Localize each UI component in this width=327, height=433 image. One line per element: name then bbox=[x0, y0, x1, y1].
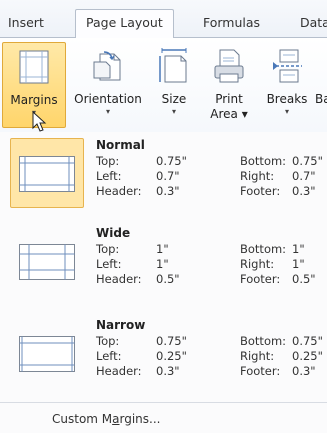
margin-option-normal[interactable]: Normal Top: 0.75" Bottom: 0.75" Left: 0.7" Ri… bbox=[0, 132, 327, 218]
right-label: Right: bbox=[240, 169, 275, 183]
margins-dropdown-menu: Normal Top: 0.75" Bottom: 0.75" Left: 0.7" Ri… bbox=[0, 132, 327, 433]
custom-margins-label-start: Custom M bbox=[52, 412, 113, 426]
orientation-button[interactable]: Orientation ▾ bbox=[68, 42, 148, 128]
margin-option-name: Narrow bbox=[96, 318, 146, 332]
tab-insert[interactable]: Insert bbox=[8, 12, 44, 38]
bottom-label: Bottom: bbox=[240, 154, 287, 168]
size-dropdown-arrow: ▾ bbox=[171, 107, 176, 116]
breaks-label: Breaks bbox=[266, 92, 308, 106]
margin-row-top-bottom: Top: 1" Bottom: 1" bbox=[96, 242, 305, 256]
margin-option-wide[interactable]: Wide Top: 1" Bottom: 1" Left: 1" Right: 1" Hea… bbox=[0, 220, 327, 306]
print-area-icon bbox=[212, 48, 246, 87]
top-label: Top: bbox=[96, 154, 120, 168]
margin-row-left-right: Left: 0.25" Right: 0.25" bbox=[96, 349, 323, 363]
size-label: Size bbox=[161, 92, 187, 106]
right-label: Right: bbox=[240, 349, 275, 363]
header-label: Header: bbox=[96, 184, 142, 198]
bottom-value: 1" bbox=[292, 242, 305, 256]
custom-margins-accelerator: a bbox=[112, 412, 120, 426]
breaks-button[interactable]: Breaks ▾ bbox=[260, 42, 314, 128]
left-value: 0.25" bbox=[156, 349, 187, 363]
page-margins-icon bbox=[19, 336, 75, 372]
margin-option-name: Normal bbox=[96, 138, 145, 152]
breaks-dropdown-arrow: ▾ bbox=[284, 107, 289, 116]
header-value: 0.3" bbox=[156, 364, 180, 378]
background-button[interactable]: Ba bbox=[315, 42, 327, 128]
top-value: 0.75" bbox=[156, 334, 187, 348]
footer-value: 0.5" bbox=[292, 272, 316, 286]
breaks-icon bbox=[272, 48, 302, 87]
left-value: 0.7" bbox=[156, 169, 180, 183]
right-value: 0.7" bbox=[292, 169, 316, 183]
header-value: 0.5" bbox=[156, 272, 180, 286]
top-label: Top: bbox=[96, 242, 120, 256]
margin-option-name: Wide bbox=[96, 226, 131, 240]
background-label: Ba bbox=[315, 92, 327, 106]
header-label: Header: bbox=[96, 364, 142, 378]
margin-row-header-footer: Header: 0.5" Footer: 0.5" bbox=[96, 272, 316, 286]
footer-value: 0.3" bbox=[292, 184, 316, 198]
margin-row-top-bottom: Top: 0.75" Bottom: 0.75" bbox=[96, 154, 323, 168]
right-label: Right: bbox=[240, 257, 275, 271]
print-area-label-line2: Area ▾ bbox=[210, 107, 248, 121]
menu-separator bbox=[0, 402, 327, 403]
left-label: Left: bbox=[96, 349, 122, 363]
orientation-dropdown-arrow: ▾ bbox=[105, 107, 110, 116]
bottom-value: 0.75" bbox=[292, 154, 323, 168]
orientation-icon bbox=[90, 48, 126, 87]
custom-margins-label-end: rgins... bbox=[119, 412, 161, 426]
mouse-pointer-icon bbox=[32, 111, 47, 132]
margins-icon bbox=[18, 49, 50, 88]
bottom-label: Bottom: bbox=[240, 242, 287, 256]
print-area-button[interactable]: Print Area ▾ bbox=[203, 42, 255, 128]
margin-row-header-footer: Header: 0.3" Footer: 0.3" bbox=[96, 184, 316, 198]
right-value: 0.25" bbox=[292, 349, 323, 363]
print-area-label-line1: Print bbox=[215, 92, 243, 106]
margin-row-left-right: Left: 0.7" Right: 0.7" bbox=[96, 169, 316, 183]
tab-data[interactable]: Data bbox=[300, 12, 327, 38]
margin-row-left-right: Left: 1" Right: 1" bbox=[96, 257, 305, 271]
ribbon-tab-bar: Insert Page Layout Formulas Data bbox=[0, 0, 327, 39]
margin-preview-narrow bbox=[10, 318, 84, 388]
left-label: Left: bbox=[96, 169, 122, 183]
margin-row-top-bottom: Top: 0.75" Bottom: 0.75" bbox=[96, 334, 323, 348]
margin-preview-wide bbox=[10, 226, 84, 296]
top-value: 1" bbox=[156, 242, 169, 256]
ribbon-page-setup-group: Margins ▾ Orientation ▾ bbox=[0, 38, 327, 133]
custom-margins-menu-item[interactable]: Custom Margins... bbox=[52, 412, 160, 426]
bottom-label: Bottom: bbox=[240, 334, 287, 348]
top-label: Top: bbox=[96, 334, 120, 348]
margin-row-header-footer: Header: 0.3" Footer: 0.3" bbox=[96, 364, 316, 378]
left-label: Left: bbox=[96, 257, 122, 271]
footer-label: Footer: bbox=[240, 184, 281, 198]
bottom-value: 0.75" bbox=[292, 334, 323, 348]
size-button[interactable]: Size ▾ bbox=[152, 42, 196, 128]
footer-label: Footer: bbox=[240, 364, 281, 378]
footer-label: Footer: bbox=[240, 272, 281, 286]
top-value: 0.75" bbox=[156, 154, 187, 168]
tab-formulas[interactable]: Formulas bbox=[203, 12, 260, 38]
margin-preview-normal bbox=[10, 138, 84, 208]
tab-page-layout[interactable]: Page Layout bbox=[75, 9, 174, 39]
page-margins-icon bbox=[19, 156, 75, 192]
header-value: 0.3" bbox=[156, 184, 180, 198]
left-value: 1" bbox=[156, 257, 169, 271]
page-margins-icon bbox=[19, 244, 75, 280]
footer-value: 0.3" bbox=[292, 364, 316, 378]
margins-label: Margins bbox=[10, 93, 58, 107]
size-icon bbox=[159, 48, 189, 87]
print-area-label: Print Area ▾ bbox=[203, 92, 255, 122]
right-value: 1" bbox=[292, 257, 305, 271]
orientation-label: Orientation bbox=[74, 92, 142, 106]
margin-option-narrow[interactable]: Narrow Top: 0.75" Bottom: 0.75" Left: 0.25" R… bbox=[0, 312, 327, 398]
header-label: Header: bbox=[96, 272, 142, 286]
